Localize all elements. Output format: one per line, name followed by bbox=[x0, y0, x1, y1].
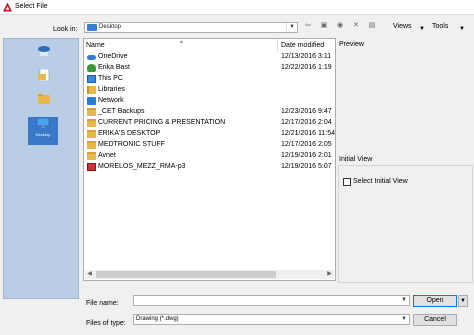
place-desktop[interactable]: Desktop bbox=[28, 117, 58, 145]
file-row[interactable]: This PC bbox=[84, 74, 335, 84]
file-name-label: File name: bbox=[86, 300, 119, 307]
file-name: Libraries bbox=[98, 86, 125, 93]
file-name: MEDTRONIC STUFF bbox=[98, 141, 165, 148]
file-row[interactable]: ERIKA'S DESKTOP 12/21/2016 11:54 bbox=[84, 129, 335, 139]
file-name-input[interactable]: ▼ bbox=[133, 295, 410, 306]
file-name: This PC bbox=[98, 75, 123, 82]
select-initial-view-checkbox[interactable] bbox=[343, 178, 351, 186]
lookin-dropdown[interactable]: Desktop ▼ bbox=[84, 22, 298, 33]
cloud-icon bbox=[87, 55, 96, 60]
new-folder-icon[interactable]: ▤ bbox=[366, 20, 378, 32]
file-name: ERIKA'S DESKTOP bbox=[98, 130, 161, 137]
file-row[interactable]: _CET Backups 12/23/2016 9:47 bbox=[84, 107, 335, 117]
chevron-down-icon: ▼ bbox=[286, 23, 297, 32]
network-icon bbox=[87, 97, 96, 105]
column-divider[interactable] bbox=[277, 39, 278, 52]
network-place-icon bbox=[38, 46, 50, 56]
desktop-place-icon bbox=[36, 117, 50, 128]
folder-icon bbox=[87, 141, 96, 149]
views-menu[interactable]: Views bbox=[393, 23, 412, 30]
file-date: 12/17/2016 2:04 bbox=[281, 119, 332, 126]
open-options-dropdown[interactable]: ▼ bbox=[458, 295, 468, 307]
delete-icon[interactable]: ✕ bbox=[350, 20, 362, 32]
file-name: Avnet bbox=[98, 152, 116, 159]
file-row[interactable]: Erika Bast 12/22/2016 1:19 bbox=[84, 63, 335, 73]
file-type-value: Drawing (*.dwg) bbox=[136, 316, 179, 322]
file-name: MORELOS_MEZZ_RMA-p3 bbox=[98, 163, 186, 170]
column-header-date[interactable]: Date modified bbox=[281, 39, 324, 52]
lookin-label: Look in: bbox=[53, 26, 78, 33]
file-row[interactable]: Avnet 12/19/2016 2:01 bbox=[84, 151, 335, 161]
file-type-select[interactable]: Drawing (*.dwg) ▼ bbox=[133, 314, 410, 325]
document-place-icon bbox=[38, 68, 50, 82]
dwg-file-icon bbox=[87, 163, 96, 171]
file-date: 12/17/2016 2:05 bbox=[281, 141, 332, 148]
file-row[interactable]: MORELOS_MEZZ_RMA-p3 12/19/2016 5:07 bbox=[84, 162, 335, 172]
lookin-value: Desktop bbox=[99, 24, 122, 30]
scrollbar-thumb[interactable] bbox=[96, 271, 276, 278]
file-list[interactable]: Name ▲ Date modified OneDrive 12/13/2016… bbox=[83, 38, 336, 281]
user-icon bbox=[87, 64, 96, 72]
views-dropdown-icon[interactable]: ▼ bbox=[419, 26, 425, 32]
file-row[interactable]: OneDrive 12/13/2016 3:11 bbox=[84, 52, 335, 62]
file-type-label: Files of type: bbox=[86, 320, 126, 327]
folder-icon bbox=[87, 152, 96, 160]
scroll-left-icon[interactable]: ◀ bbox=[85, 270, 94, 279]
open-button[interactable]: Open bbox=[413, 295, 457, 307]
desktop-folder-icon bbox=[87, 24, 97, 31]
preview-label: Preview bbox=[339, 41, 364, 48]
autocad-app-icon bbox=[3, 2, 12, 12]
place-label: Desktop bbox=[35, 132, 51, 137]
select-initial-view-label[interactable]: Select Initial View bbox=[353, 178, 408, 185]
folder-place-icon bbox=[38, 94, 50, 104]
initial-view-label: Initial View bbox=[339, 156, 373, 163]
tools-dropdown-icon[interactable]: ▼ bbox=[459, 26, 465, 32]
chevron-down-icon[interactable]: ▼ bbox=[399, 315, 409, 324]
up-folder-icon[interactable]: ▣ bbox=[318, 20, 330, 32]
back-icon[interactable]: ⇦ bbox=[302, 20, 314, 32]
file-row[interactable]: Libraries bbox=[84, 85, 335, 95]
file-date: 12/19/2016 2:01 bbox=[281, 152, 332, 159]
file-name: Erika Bast bbox=[98, 64, 130, 71]
file-name: Network bbox=[98, 97, 124, 104]
scroll-right-icon[interactable]: ▶ bbox=[325, 270, 334, 279]
folder-icon bbox=[87, 119, 96, 127]
folder-icon bbox=[87, 108, 96, 116]
computer-icon bbox=[87, 75, 96, 83]
folder-icon bbox=[87, 130, 96, 138]
file-name: _CET Backups bbox=[98, 108, 145, 115]
file-date: 12/19/2016 5:07 bbox=[281, 163, 332, 170]
dialog-title: Select File bbox=[15, 3, 48, 10]
file-date: 12/21/2016 11:54 bbox=[281, 130, 335, 137]
sort-ascending-icon: ▲ bbox=[179, 39, 184, 45]
chevron-down-icon[interactable]: ▼ bbox=[399, 296, 409, 305]
file-date: 12/13/2016 3:11 bbox=[281, 53, 332, 60]
file-name: CURRENT PRICING & PRESENTATION bbox=[98, 119, 226, 126]
places-sidebar: Desktop bbox=[3, 38, 79, 299]
file-row[interactable]: Network bbox=[84, 96, 335, 106]
file-name: OneDrive bbox=[98, 53, 128, 60]
title-bar: Select File bbox=[0, 0, 474, 15]
select-file-dialog: Select File Look in: Desktop ▼ ⇦ ▣ ◉ ✕ ▤… bbox=[0, 0, 474, 335]
search-web-icon[interactable]: ◉ bbox=[334, 20, 346, 32]
file-row[interactable]: MEDTRONIC STUFF 12/17/2016 2:05 bbox=[84, 140, 335, 150]
file-row[interactable]: CURRENT PRICING & PRESENTATION 12/17/201… bbox=[84, 118, 335, 128]
library-icon bbox=[87, 86, 96, 94]
cancel-button[interactable]: Cancel bbox=[413, 314, 457, 326]
horizontal-scrollbar[interactable]: ◀ ▶ bbox=[85, 270, 334, 279]
tools-menu[interactable]: Tools bbox=[432, 23, 448, 30]
file-date: 12/23/2016 9:47 bbox=[281, 108, 332, 115]
preview-pane bbox=[338, 49, 473, 149]
file-date: 12/22/2016 1:19 bbox=[281, 64, 332, 71]
column-header-name[interactable]: Name bbox=[86, 39, 105, 52]
